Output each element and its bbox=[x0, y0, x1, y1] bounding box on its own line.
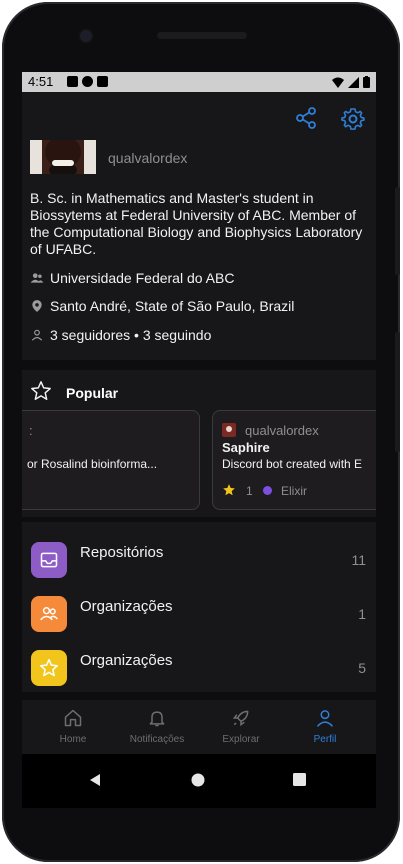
menu-label: Organizações bbox=[80, 598, 173, 615]
menu-count: 5 bbox=[358, 660, 366, 676]
profile-actions bbox=[294, 106, 366, 132]
owner-avatar-icon bbox=[222, 423, 236, 437]
rocket-icon bbox=[232, 710, 249, 727]
repo-star-count: 1 bbox=[246, 484, 253, 498]
app-screen: 4:51 qualvalordex B. Sc. in Mathematics … bbox=[22, 72, 376, 808]
notification-icon bbox=[97, 76, 108, 87]
back-icon[interactable] bbox=[88, 773, 102, 787]
home-circle-icon[interactable] bbox=[191, 773, 205, 787]
wifi-icon bbox=[332, 77, 344, 88]
star-filled-icon bbox=[223, 484, 235, 496]
profile-username: qualvalordex bbox=[108, 150, 188, 166]
notification-icon bbox=[82, 76, 93, 87]
nav-label: Home bbox=[59, 734, 87, 745]
share-icon[interactable] bbox=[294, 106, 318, 130]
star-outline-icon bbox=[39, 658, 59, 677]
status-time: 4:51 bbox=[28, 74, 54, 89]
popular-title: Popular bbox=[66, 385, 119, 401]
status-system-icons bbox=[332, 76, 370, 88]
follow-row[interactable]: 3 seguidores • 3 seguindo bbox=[30, 327, 211, 343]
repo-description: Discord bot created with E bbox=[222, 457, 363, 471]
status-bar: 4:51 bbox=[22, 72, 376, 92]
menu-item-organizations[interactable]: Organizações 1 bbox=[22, 592, 376, 646]
people-icon bbox=[30, 273, 44, 283]
inbox-icon bbox=[40, 552, 58, 568]
signal-icon bbox=[348, 76, 359, 88]
gear-icon[interactable] bbox=[340, 106, 366, 132]
bottom-nav: Home Notificações Explorar Perfil bbox=[22, 700, 376, 754]
nav-explore[interactable]: Explorar bbox=[197, 700, 285, 754]
menu-label: Organizações bbox=[80, 652, 173, 669]
nav-home[interactable]: Home bbox=[29, 700, 117, 754]
language-dot bbox=[263, 486, 272, 495]
company-label: Universidade Federal do ABC bbox=[50, 270, 235, 286]
status-notification-icons bbox=[67, 76, 108, 87]
power-button bbox=[395, 332, 400, 452]
person-icon bbox=[31, 329, 43, 341]
popular-repo-card[interactable]: : or Rosalind bioinforma... bbox=[22, 410, 200, 510]
nav-profile[interactable]: Perfil bbox=[281, 700, 369, 754]
popular-repo-card[interactable]: qualvalordex Saphire Discord bot created… bbox=[212, 410, 376, 510]
nav-notifications[interactable]: Notificações bbox=[113, 700, 201, 754]
menu-label: Repositórios bbox=[80, 544, 164, 561]
star-outline-icon bbox=[31, 381, 51, 400]
profile-card: qualvalordex B. Sc. in Mathematics and M… bbox=[22, 92, 376, 360]
system-nav-bar bbox=[22, 754, 376, 808]
location-pin-icon bbox=[32, 300, 42, 312]
star-icon bbox=[31, 650, 67, 686]
battery-icon bbox=[363, 76, 370, 88]
avatar[interactable] bbox=[30, 140, 96, 174]
front-camera bbox=[80, 30, 92, 42]
volume-button bbox=[395, 187, 400, 275]
notification-icon bbox=[67, 76, 78, 87]
repo-language: Elixir bbox=[281, 484, 307, 498]
repo-owner: qualvalordex bbox=[245, 423, 319, 438]
nav-label: Notificações bbox=[129, 734, 185, 745]
follow-counts: 3 seguidores • 3 seguindo bbox=[50, 327, 212, 343]
menu-item-repositories[interactable]: Repositórios 11 bbox=[22, 538, 376, 592]
menu-item-starred[interactable]: Organizações 5 bbox=[22, 646, 376, 700]
menu-count: 1 bbox=[358, 606, 366, 622]
popular-section: Popular : or Rosalind bioinforma... qual… bbox=[22, 370, 376, 517]
menu-count: 11 bbox=[351, 552, 366, 568]
location-label: Santo André, State of São Paulo, Brazil bbox=[50, 298, 295, 314]
earpiece-speaker bbox=[157, 32, 247, 39]
people-icon bbox=[31, 596, 67, 632]
location-row: Santo André, State of São Paulo, Brazil bbox=[30, 298, 294, 314]
repo-name: Saphire bbox=[222, 440, 270, 455]
person-icon bbox=[316, 710, 334, 727]
colon-glyph: : bbox=[29, 423, 33, 438]
home-icon bbox=[64, 709, 82, 727]
repo-description: or Rosalind bioinforma... bbox=[27, 457, 158, 471]
profile-bio: B. Sc. in Mathematics and Master's stude… bbox=[30, 190, 363, 257]
recents-icon[interactable] bbox=[293, 773, 306, 786]
repo-icon bbox=[31, 542, 67, 578]
profile-menu: Repositórios 11 Organizações 1 Organizaç… bbox=[22, 522, 376, 692]
nav-label: Explorar bbox=[222, 734, 260, 745]
avatar-photo bbox=[30, 140, 96, 174]
company-row: Universidade Federal do ABC bbox=[30, 270, 234, 286]
group-icon bbox=[40, 607, 58, 621]
bell-icon bbox=[149, 711, 165, 727]
nav-label: Perfil bbox=[313, 734, 337, 745]
